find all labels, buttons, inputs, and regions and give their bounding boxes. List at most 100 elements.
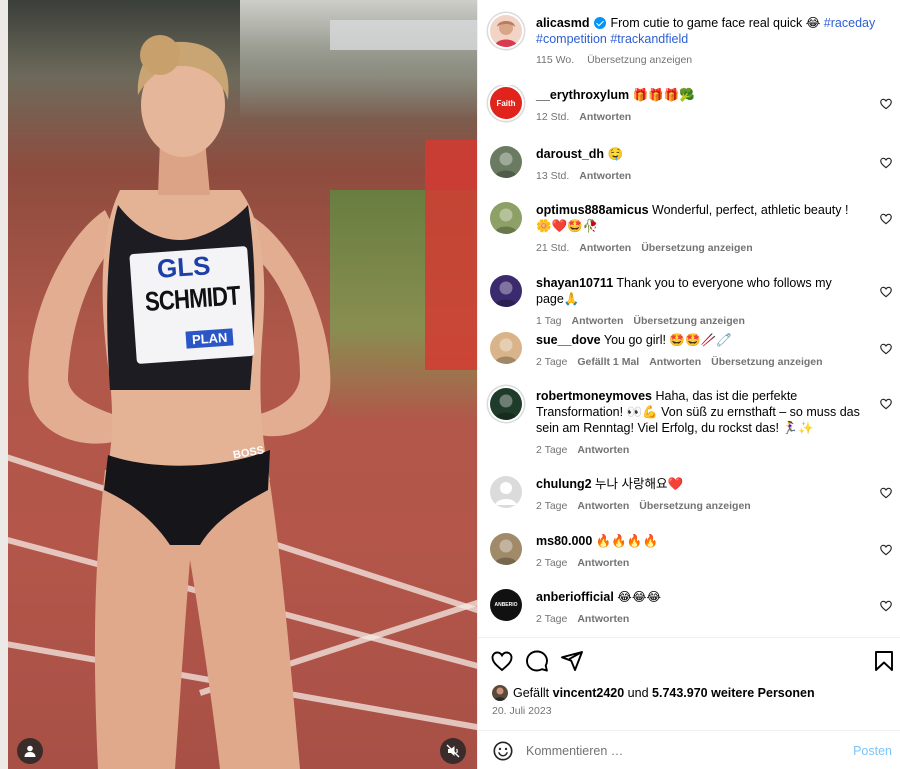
reply-button[interactable]: Antworten <box>572 315 624 327</box>
comment-like-heart-icon[interactable] <box>879 599 893 613</box>
bib-name: SCHMIDT <box>143 280 241 317</box>
comment-meta: 2 Tage Antworten Übersetzung anzeigen <box>536 498 861 514</box>
comment-like-count[interactable]: Gefällt 1 Mal <box>577 356 639 368</box>
avatar-photo <box>494 394 518 420</box>
comment-like-heart-icon[interactable] <box>879 543 893 557</box>
comment-username[interactable]: __erythroxylum <box>536 88 629 102</box>
comments-list[interactable]: Faith __erythroxylum 🎁🎁🎁🥦 12 Std. Antworten… <box>478 85 900 637</box>
comment-username[interactable]: robertmoneymoves <box>536 389 652 403</box>
commenter-avatar[interactable] <box>490 202 522 234</box>
comment-input[interactable] <box>526 743 826 758</box>
comment-username[interactable]: anberiofficial <box>536 590 614 604</box>
comment-bubble-icon[interactable] <box>525 649 549 673</box>
comment-like-heart-icon[interactable] <box>879 397 893 411</box>
liker-avatar <box>492 685 508 701</box>
comment-like-heart-icon[interactable] <box>879 212 893 226</box>
tagged-users-button[interactable] <box>17 738 43 764</box>
comment-username[interactable]: optimus888amicus <box>536 203 649 217</box>
reply-button[interactable]: Antworten <box>577 557 629 569</box>
avatar-photo <box>494 152 518 178</box>
verified-badge-icon <box>594 17 606 29</box>
translate-link[interactable]: Übersetzung anzeigen <box>711 356 822 368</box>
post-media[interactable]: GLS SCHMIDT PLAN BOSS <box>0 0 477 769</box>
translate-link[interactable]: Übersetzung anzeigen <box>641 242 752 254</box>
comment-text: You go girl! 🤩🤩🥢🧷 <box>603 333 732 347</box>
post-details-panel: alicasmd From cutie to game face real qu… <box>477 0 900 769</box>
commenter-avatar[interactable] <box>490 476 522 508</box>
reply-button[interactable]: Antworten <box>577 500 629 512</box>
comment-text: 누나 사랑해요❤️ <box>595 477 684 491</box>
comment-time: 2 Tage <box>536 613 568 625</box>
user-icon <box>24 745 36 757</box>
comment-username[interactable]: ms80.000 <box>536 534 592 548</box>
translate-link[interactable]: Übersetzung anzeigen <box>639 500 750 512</box>
avatar-photo <box>494 338 518 364</box>
comment-time: 21 Std. <box>536 242 570 254</box>
comment-like-heart-icon[interactable] <box>879 97 893 111</box>
comment-like-heart-icon[interactable] <box>879 156 893 170</box>
author-username[interactable]: alicasmd <box>536 16 590 30</box>
emoji-picker-icon[interactable] <box>492 740 514 762</box>
comment-time: 13 Std. <box>536 170 570 182</box>
reply-button[interactable]: Antworten <box>579 242 631 254</box>
author-avatar-image <box>490 15 522 47</box>
comment-username[interactable]: chulung2 <box>536 477 592 491</box>
likes-summary[interactable]: Gefällt vincent2420 und 5.743.970 weiter… <box>492 685 815 701</box>
comment-row: sue__dove You go girl! 🤩🤩🥢🧷 2 Tage Gefällt… <box>490 332 893 370</box>
comment-body: ms80.000 🔥🔥🔥🔥 2 Tage Antworten <box>536 533 861 571</box>
author-avatar[interactable] <box>490 15 522 47</box>
comment-body: robertmoneymoves Haha, das ist die perfe… <box>536 388 861 458</box>
avatar-photo <box>494 281 518 307</box>
comment-meta: 12 Std. Antworten <box>536 109 861 125</box>
reply-button[interactable]: Antworten <box>577 613 629 625</box>
commenter-avatar[interactable] <box>490 388 522 420</box>
commenter-avatar[interactable] <box>490 533 522 565</box>
avatar-label: Faith <box>496 98 516 108</box>
comment-like-heart-icon[interactable] <box>879 486 893 500</box>
comment-body: shayan10711 Thank you to everyone who fo… <box>536 275 861 329</box>
comment-row: robertmoneymoves Haha, das ist die perfe… <box>490 388 893 458</box>
comment-text: 😂😂😂 <box>617 590 662 604</box>
commenter-avatar[interactable]: ANBERIO <box>490 589 522 621</box>
reply-button[interactable]: Antworten <box>579 111 631 123</box>
commenter-avatar[interactable]: Faith <box>490 87 522 119</box>
comment-username[interactable]: daroust_dh <box>536 147 604 161</box>
comment-row: shayan10711 Thank you to everyone who fo… <box>490 275 893 329</box>
hashtag-link[interactable]: #competition <box>536 32 607 46</box>
caption-text: From cutie to game face real quick 😂 <box>610 16 821 30</box>
reply-button[interactable]: Antworten <box>649 356 701 368</box>
comment-like-heart-icon[interactable] <box>879 285 893 299</box>
commenter-avatar[interactable] <box>490 332 522 364</box>
comment-row: chulung2 누나 사랑해요❤️ 2 Tage Antworten Überset… <box>490 476 893 514</box>
like-heart-icon[interactable] <box>490 649 514 673</box>
share-paper-plane-icon[interactable] <box>560 649 584 673</box>
commenter-avatar[interactable] <box>490 146 522 178</box>
avatar-photo <box>494 539 518 565</box>
post-comment-button[interactable]: Posten <box>853 744 892 758</box>
caption-body: alicasmd From cutie to game face real qu… <box>536 15 875 68</box>
comment-time: 2 Tage <box>536 500 568 512</box>
comment-meta: 2 Tage Antworten <box>536 442 861 458</box>
comment-username[interactable]: sue__dove <box>536 333 601 347</box>
translate-link[interactable]: Übersetzung anzeigen <box>587 54 692 66</box>
post-date: 20. Juli 2023 <box>492 705 552 717</box>
comment-like-heart-icon[interactable] <box>879 342 893 356</box>
athlete-figure <box>28 35 331 769</box>
mute-button[interactable] <box>440 738 466 764</box>
comment-meta: 21 Std. Antworten Übersetzung anzeigen <box>536 240 861 256</box>
comment-time: 2 Tage <box>536 356 568 368</box>
likes-user[interactable]: vincent2420 <box>553 686 625 700</box>
comment-row: ms80.000 🔥🔥🔥🔥 2 Tage Antworten <box>490 533 893 571</box>
comment-username[interactable]: shayan10711 <box>536 276 613 290</box>
commenter-avatar[interactable] <box>490 275 522 307</box>
hashtag-link[interactable]: #trackandfield <box>610 32 688 46</box>
post-age: 115 Wo. <box>536 54 575 66</box>
reply-button[interactable]: Antworten <box>579 170 631 182</box>
reply-button[interactable]: Antworten <box>577 444 629 456</box>
avatar-photo <box>494 208 518 234</box>
comment-row: Faith __erythroxylum 🎁🎁🎁🥦 12 Std. Antworten <box>490 87 893 125</box>
translate-link[interactable]: Übersetzung anzeigen <box>633 315 744 327</box>
likes-count[interactable]: 5.743.970 weitere Personen <box>652 686 815 700</box>
save-bookmark-icon[interactable] <box>872 649 896 673</box>
hashtag-link[interactable]: #raceday <box>824 16 875 30</box>
